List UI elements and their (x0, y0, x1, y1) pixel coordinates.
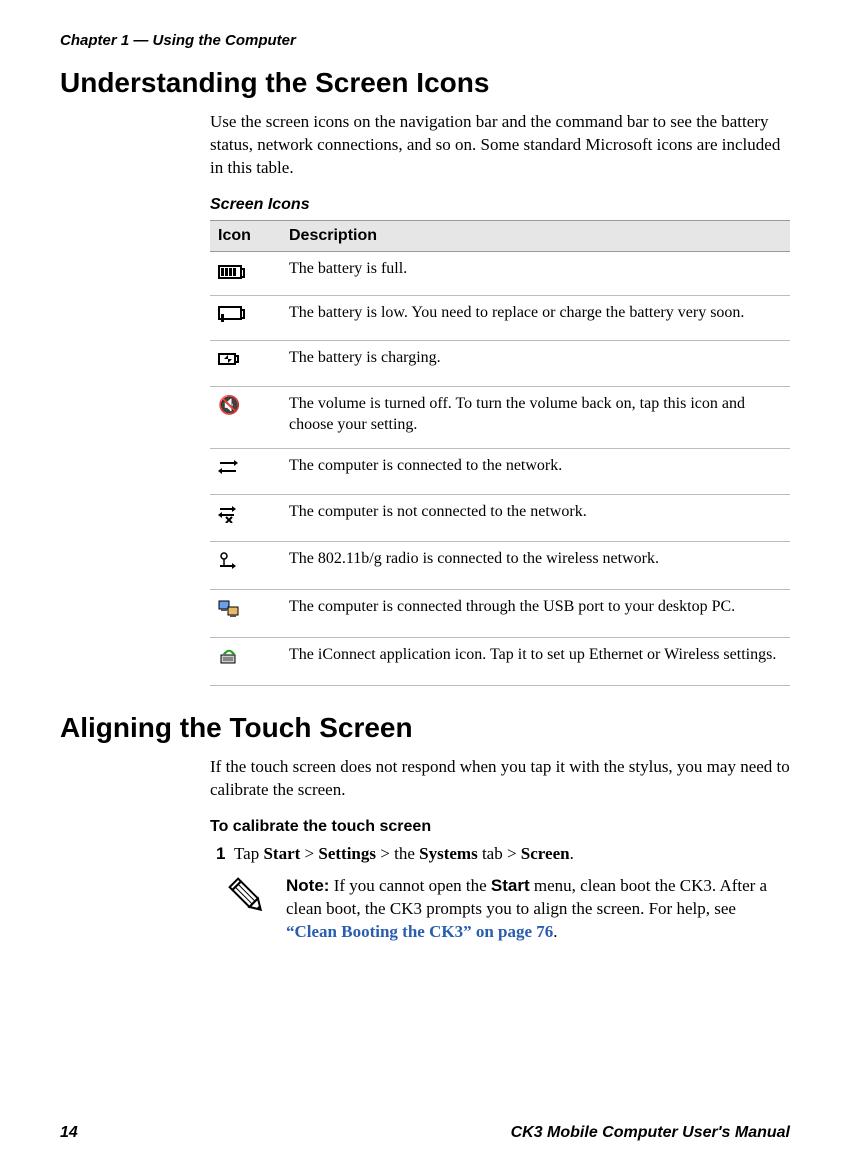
usb-connected-icon (210, 590, 281, 638)
table-row: The battery is low. You need to replace … (210, 295, 790, 341)
wifi-connected-icon (210, 542, 281, 590)
section1-intro: Use the screen icons on the navigation b… (210, 111, 790, 180)
cross-reference-link[interactable]: “Clean Booting the CK3” on page 76 (286, 922, 553, 941)
network-connected-icon (210, 448, 281, 494)
chapter-header: Chapter 1 — Using the Computer (60, 32, 790, 49)
table-row: The computer is connected through the US… (210, 590, 790, 638)
battery-charging-icon (210, 341, 281, 387)
col-header-description: Description (281, 220, 790, 251)
row-desc: The 802.11b/g radio is connected to the … (281, 542, 790, 590)
screen-icons-table: Icon Description The battery is full. Th… (210, 220, 790, 686)
row-desc: The battery is full. (281, 251, 790, 295)
row-desc: The computer is connected to the network… (281, 448, 790, 494)
table-row: The battery is full. (210, 251, 790, 295)
iconnect-icon (210, 637, 281, 685)
step-number: 1 (216, 844, 225, 863)
calibrate-subhead: To calibrate the touch screen (210, 818, 790, 836)
volume-mute-icon: 🔇 (210, 387, 281, 449)
table-row: The computer is not connected to the net… (210, 494, 790, 542)
manual-title-footer: CK3 Mobile Computer User's Manual (511, 1124, 790, 1142)
table-row: The iConnect application icon. Tap it to… (210, 637, 790, 685)
section2-intro: If the touch screen does not respond whe… (210, 756, 790, 802)
row-desc: The computer is connected through the US… (281, 590, 790, 638)
row-desc: The iConnect application icon. Tap it to… (281, 637, 790, 685)
row-desc: The volume is turned off. To turn the vo… (281, 387, 790, 449)
table-row: The computer is connected to the network… (210, 448, 790, 494)
table-row: The 802.11b/g radio is connected to the … (210, 542, 790, 590)
table-row: The battery is charging. (210, 341, 790, 387)
network-disconnected-icon (210, 494, 281, 542)
page-number: 14 (60, 1124, 78, 1142)
note-pencil-icon (210, 875, 270, 944)
screen-icons-table-title: Screen Icons (210, 196, 790, 214)
row-desc: The battery is charging. (281, 341, 790, 387)
note-text: Note: If you cannot open the Start menu,… (286, 875, 790, 944)
section-title-aligning-touch-screen: Aligning the Touch Screen (60, 712, 790, 744)
battery-low-icon (210, 295, 281, 341)
col-header-icon: Icon (210, 220, 281, 251)
step-1: 1 Tap Start > Settings > the Systems tab… (216, 842, 790, 866)
section-title-understanding-icons: Understanding the Screen Icons (60, 67, 790, 99)
table-row: 🔇 The volume is turned off. To turn the … (210, 387, 790, 449)
row-desc: The battery is low. You need to replace … (281, 295, 790, 341)
row-desc: The computer is not connected to the net… (281, 494, 790, 542)
battery-full-icon (210, 251, 281, 295)
